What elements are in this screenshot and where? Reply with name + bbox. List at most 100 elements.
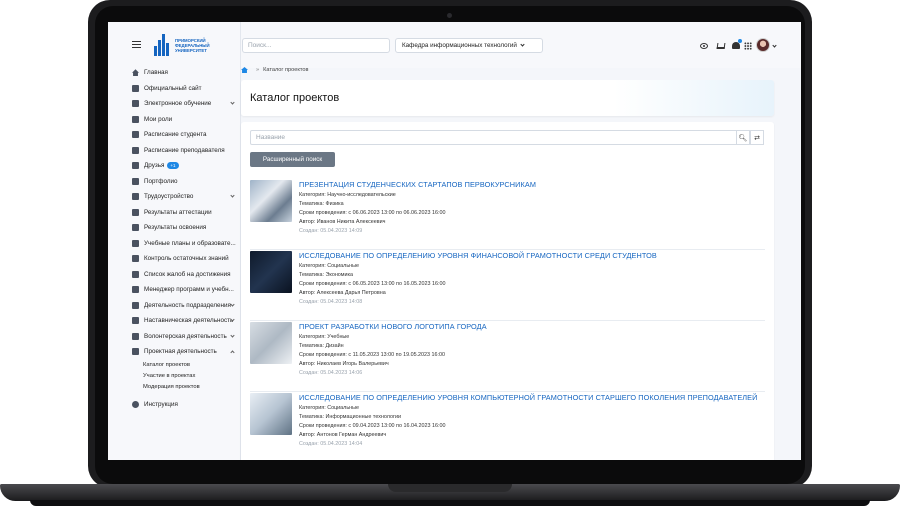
sidebar-item[interactable]: Список жалоб на достижения bbox=[108, 267, 241, 283]
sidebar-item[interactable]: Менеджер программ и учебн... bbox=[108, 282, 241, 298]
chevron-down-icon[interactable] bbox=[230, 301, 235, 307]
search-icon: 🔍︎ bbox=[738, 134, 748, 142]
sidebar: ПРИМОРСКИЙ ФЕДЕРАЛЬНЫЙ УНИВЕРСИТЕТ Главн… bbox=[108, 22, 241, 460]
project-thumbnail[interactable] bbox=[250, 393, 292, 435]
sidebar-item[interactable]: Портфолио bbox=[108, 174, 241, 190]
project-item: ПРЕЗЕНТАЦИЯ СТУДЕНЧЕСКИХ СТАРТАПОВ ПЕРВО… bbox=[250, 180, 765, 250]
name-placeholder: Название bbox=[256, 134, 286, 141]
project-title[interactable]: ИССЛЕДОВАНИЕ ПО ОПРЕДЕЛЕНИЮ УРОВНЯ ФИНАН… bbox=[299, 251, 657, 260]
sidebar-item-label: Волонтерская деятельность bbox=[144, 332, 227, 340]
sidebar-item[interactable]: Результаты аттестации bbox=[108, 205, 241, 221]
sidebar-item-label: Результаты аттестации bbox=[144, 208, 212, 216]
chevron-down-icon[interactable] bbox=[230, 193, 235, 198]
department-select[interactable]: Кафедра информационных технологий bbox=[395, 38, 543, 53]
search-button[interactable]: 🔍︎ bbox=[736, 130, 750, 145]
sidebar-item[interactable]: Расписание преподавателя bbox=[108, 143, 241, 159]
chevron-down-icon[interactable] bbox=[230, 100, 235, 105]
project-title[interactable]: ПРЕЗЕНТАЦИЯ СТУДЕНЧЕСКИХ СТАРТАПОВ ПЕРВО… bbox=[299, 180, 536, 189]
project-author: Автор: Иванов Никита Алексеевич bbox=[299, 219, 386, 225]
project-created: Создан: 05.04.2023 14:04 bbox=[299, 441, 363, 447]
sidebar-item-label: Проектная деятельность bbox=[144, 348, 217, 356]
warning-icon bbox=[132, 270, 139, 278]
sidebar-item-label: Трудоустройство bbox=[144, 193, 194, 201]
sidebar-item[interactable]: Мои роли bbox=[108, 112, 241, 128]
project-dates: Сроки проведения: с 11.05.2023 13:00 по … bbox=[299, 352, 446, 358]
friends-badge: +1 bbox=[167, 162, 179, 170]
breadcrumb-current: Каталог проектов bbox=[263, 67, 309, 73]
project-item: ИССЛЕДОВАНИЕ ПО ОПРЕДЕЛЕНИЮ УРОВНЯ ФИНАН… bbox=[250, 251, 765, 321]
breadcrumb-separator: » bbox=[256, 67, 260, 73]
list-icon bbox=[132, 208, 139, 216]
reset-button[interactable]: ⇄ bbox=[750, 130, 764, 145]
search-input[interactable]: Поиск... bbox=[242, 38, 390, 53]
project-dates: Сроки проведения: с 06.06.2023 13:00 по … bbox=[299, 210, 446, 216]
name-filter-input[interactable]: Название bbox=[250, 130, 737, 145]
project-topic: Тематика: Дизайн bbox=[299, 343, 344, 349]
project-title[interactable]: ИССЛЕДОВАНИЕ ПО ОПРЕДЕЛЕНИЮ УРОВНЯ КОМПЬ… bbox=[299, 393, 758, 402]
folder-icon bbox=[132, 177, 139, 185]
sidebar-item[interactable]: Друзья +1 bbox=[108, 158, 241, 174]
check-icon bbox=[132, 255, 139, 263]
project-created: Создан: 05.04.2023 14:08 bbox=[299, 299, 363, 305]
chevron-up-icon[interactable] bbox=[230, 350, 235, 355]
list-icon bbox=[132, 317, 139, 325]
logo-mark-icon bbox=[154, 34, 171, 56]
university-logo[interactable]: ПРИМОРСКИЙ ФЕДЕРАЛЬНЫЙ УНИВЕРСИТЕТ bbox=[154, 34, 227, 56]
rocket-icon bbox=[132, 348, 139, 356]
refresh-icon: ⇄ bbox=[754, 134, 760, 142]
project-dates: Сроки проведения: с 09.04.2023 13:00 по … bbox=[299, 423, 446, 429]
project-category: Категория: Научно-исследовательские bbox=[299, 192, 396, 198]
project-category: Категория: Учебные bbox=[299, 334, 350, 340]
project-thumbnail[interactable] bbox=[250, 180, 292, 222]
sidebar-item[interactable]: Учебные планы и образовате... bbox=[108, 236, 241, 252]
project-topic: Тематика: Экономика bbox=[299, 272, 353, 278]
sidebar-item[interactable]: Волонтерская деятельность bbox=[108, 329, 241, 345]
sidebar-item-help[interactable]: Инструкция bbox=[108, 397, 241, 413]
sidebar-subitem[interactable]: Модерация проектов bbox=[108, 382, 241, 393]
chevron-down-icon[interactable] bbox=[230, 332, 235, 338]
home-icon[interactable] bbox=[241, 67, 248, 73]
project-dates: Сроки проведения: с 06.05.2023 13:00 по … bbox=[299, 281, 446, 287]
project-item: ИССЛЕДОВАНИЕ ПО ОПРЕДЕЛЕНИЮ УРОВНЯ КОМПЬ… bbox=[250, 393, 765, 460]
sidebar-item[interactable]: Результаты освоения bbox=[108, 220, 241, 236]
sidebar-item[interactable]: Проектная деятельность bbox=[108, 344, 241, 360]
sidebar-item-label: Контроль остаточных знаний bbox=[144, 255, 229, 263]
sidebar-subitem[interactable]: Каталог проектов bbox=[108, 360, 241, 371]
globe-icon bbox=[132, 84, 139, 92]
project-item: ПРОЕКТ РАЗРАБОТКИ НОВОГО ЛОГОТИПА ГОРОДА… bbox=[250, 322, 765, 392]
sidebar-item-label: Расписание преподавателя bbox=[144, 146, 225, 154]
sidebar-item-label: Электронное обучение bbox=[144, 100, 212, 108]
avatar[interactable] bbox=[756, 38, 770, 52]
sidebar-item[interactable]: Официальный сайт bbox=[108, 81, 241, 97]
project-thumbnail[interactable] bbox=[250, 322, 292, 364]
sidebar-item[interactable]: Контроль остаточных знаний bbox=[108, 251, 241, 267]
users-icon bbox=[132, 162, 139, 170]
calendar-icon bbox=[132, 146, 139, 154]
sidebar-item[interactable]: Электронное обучение bbox=[108, 96, 241, 112]
page-title: Каталог проектов bbox=[250, 92, 340, 104]
sidebar-item-label: Деятельность подразделения bbox=[144, 301, 231, 309]
bell-icon[interactable] bbox=[732, 42, 740, 49]
project-created: Создан: 05.04.2023 14:09 bbox=[299, 228, 363, 234]
advanced-search-button[interactable]: Расширенный поиск bbox=[250, 152, 335, 167]
menu-icon[interactable] bbox=[132, 41, 141, 48]
edit-icon bbox=[132, 286, 139, 294]
sidebar-item-label: Портфолио bbox=[144, 177, 178, 185]
project-title[interactable]: ПРОЕКТ РАЗРАБОТКИ НОВОГО ЛОГОТИПА ГОРОДА bbox=[299, 322, 487, 331]
sidebar-item-label: Инструкция bbox=[144, 400, 178, 408]
camera-icon bbox=[447, 13, 452, 18]
sidebar-item[interactable]: Главная bbox=[108, 65, 241, 81]
eye-icon[interactable] bbox=[700, 43, 708, 49]
sidebar-item[interactable]: Наставническая деятельность bbox=[108, 313, 241, 329]
cart-icon[interactable] bbox=[716, 43, 726, 49]
calendar-icon bbox=[132, 131, 139, 139]
project-created: Создан: 05.04.2023 14:06 bbox=[299, 370, 363, 376]
sidebar-subitem[interactable]: Участие в проектах bbox=[108, 371, 241, 382]
apps-grid-icon[interactable] bbox=[744, 42, 752, 50]
sidebar-item[interactable]: Трудоустройство bbox=[108, 189, 241, 205]
sidebar-item[interactable]: Деятельность подразделения bbox=[108, 298, 241, 314]
project-thumbnail[interactable] bbox=[250, 251, 292, 293]
search-placeholder: Поиск... bbox=[248, 42, 272, 49]
sidebar-item[interactable]: Расписание студента bbox=[108, 127, 241, 143]
chevron-down-icon[interactable] bbox=[230, 317, 235, 322]
